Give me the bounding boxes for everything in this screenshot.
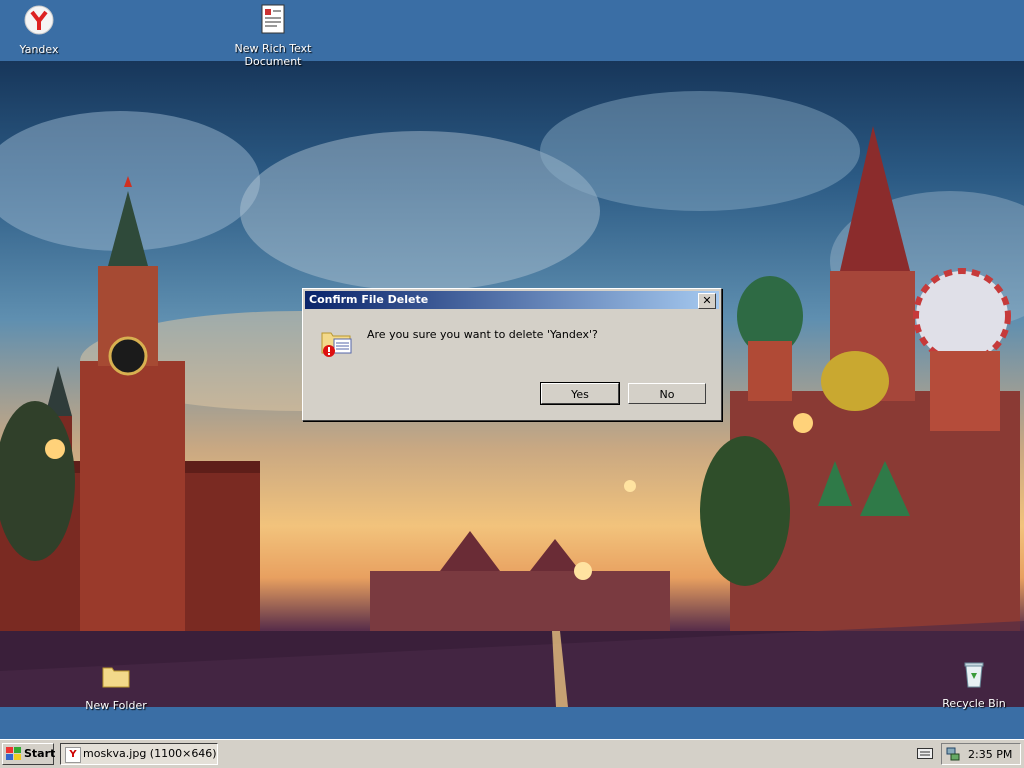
dialog-titlebar[interactable]: Confirm File Delete ✕ <box>305 291 719 309</box>
desktop-icon-label: Yandex <box>19 43 59 56</box>
clock[interactable]: 2:35 PM <box>968 748 1012 761</box>
start-button[interactable]: Start <box>2 743 56 765</box>
taskbar-window-button[interactable]: Y moskva.jpg (1100×646) ... <box>60 743 218 765</box>
recycle-bin-icon <box>964 662 984 688</box>
desktop-icon-label: Recycle Bin <box>942 697 1006 710</box>
desktop-icon-label: New Folder <box>85 699 147 712</box>
system-tray: 2:35 PM <box>941 743 1021 765</box>
windows-logo-icon <box>6 747 21 760</box>
desktop-background-top <box>0 0 1024 61</box>
no-button[interactable]: No <box>628 383 706 404</box>
yes-button[interactable]: Yes <box>540 382 620 405</box>
desktop-icon-label: New Rich Text Document <box>234 42 312 68</box>
dialog-title: Confirm File Delete <box>309 293 429 306</box>
desktop-icon-new-rich-text-document[interactable]: New Rich Text Document <box>231 3 315 68</box>
desktop-icon-yandex[interactable]: Yandex <box>0 4 81 56</box>
start-label: Start <box>24 747 56 760</box>
desktop-icon-recycle-bin[interactable]: Recycle Bin <box>932 658 1016 710</box>
taskbar: Start Y moskva.jpg (1100×646) ... 2:35 P… <box>0 739 1024 768</box>
folder-delete-warning-icon <box>321 332 352 357</box>
taskbar-window-label: moskva.jpg (1100×646) ... <box>83 747 218 760</box>
dialog-message: Are you sure you want to delete 'Yandex'… <box>367 328 598 341</box>
close-icon: ✕ <box>702 294 712 307</box>
desktop-icon-new-folder[interactable]: New Folder <box>74 660 158 712</box>
keyboard-icon[interactable] <box>917 747 933 759</box>
network-icon[interactable] <box>946 747 960 761</box>
rich-text-document-icon <box>261 4 285 34</box>
yandex-icon: Y <box>65 747 81 763</box>
yandex-browser-icon <box>24 5 54 35</box>
folder-icon <box>102 667 130 688</box>
confirm-file-delete-dialog: Confirm File Delete ✕ Are you sure you w… <box>302 288 722 421</box>
close-button[interactable]: ✕ <box>698 293 716 309</box>
